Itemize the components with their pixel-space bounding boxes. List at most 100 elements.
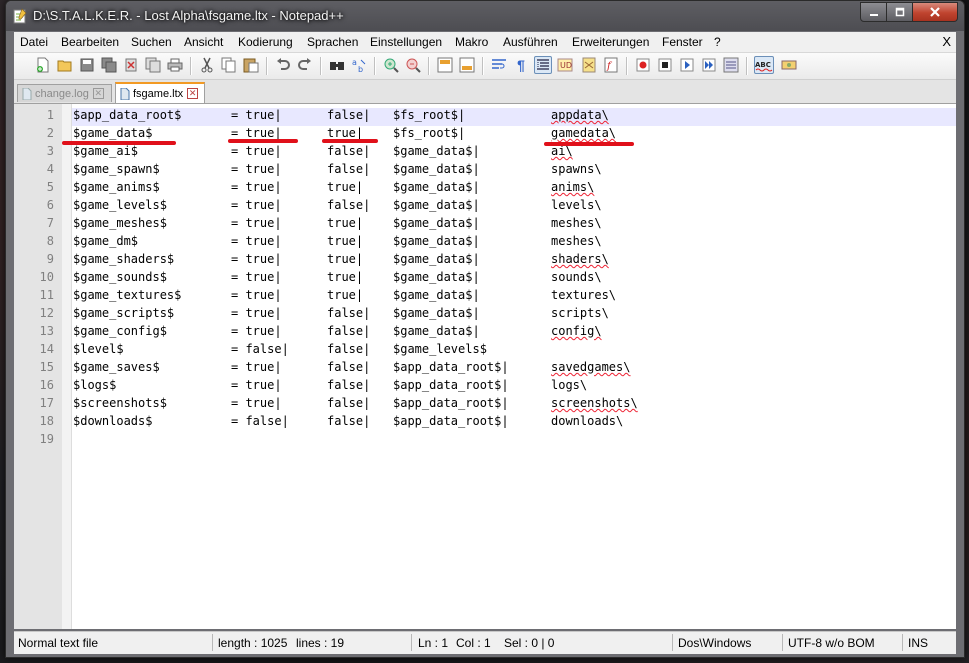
annotation-underline-true-1 bbox=[228, 139, 298, 143]
title-bar[interactable]: D:\S.T.A.L.K.E.R. - Lost Alpha\fsgame.lt… bbox=[6, 1, 964, 31]
minimize-button[interactable] bbox=[860, 2, 887, 22]
fold-margin[interactable] bbox=[62, 104, 72, 629]
menu-bearbeiten[interactable]: Bearbeiten bbox=[61, 35, 119, 49]
tab-close-icon[interactable]: ✕ bbox=[187, 88, 199, 99]
line-number: 16 bbox=[39, 378, 54, 392]
code-column-3: false| bbox=[327, 144, 371, 158]
code-line: $logs$ = true| false| $app_data_root$| logs\ bbox=[73, 378, 953, 396]
code-column-3: false| bbox=[327, 414, 371, 428]
status-eol[interactable]: Dos\Windows bbox=[678, 636, 751, 650]
sync-horizontal-icon[interactable] bbox=[458, 56, 476, 74]
replace-icon[interactable]: ab bbox=[350, 56, 368, 74]
file-icon bbox=[120, 87, 130, 100]
line-number: 5 bbox=[46, 180, 54, 194]
menu-datei[interactable]: Datei bbox=[20, 35, 48, 49]
code-column-2: = true| bbox=[231, 216, 282, 230]
svg-text:a: a bbox=[352, 58, 357, 67]
close-document-button[interactable]: X bbox=[942, 34, 951, 49]
close-icon bbox=[930, 7, 940, 17]
code-line: $game_scripts$ = true| false| $game_data$| s… bbox=[73, 306, 953, 324]
word-wrap-icon[interactable] bbox=[490, 56, 508, 74]
code-column-2: = true| bbox=[231, 306, 282, 320]
close-file-icon[interactable] bbox=[122, 56, 140, 74]
line-number: 13 bbox=[39, 324, 54, 338]
line-number: 10 bbox=[39, 270, 54, 284]
undo-icon[interactable] bbox=[274, 56, 292, 74]
open-file-icon[interactable] bbox=[56, 56, 74, 74]
tab-change-log[interactable]: change.log ✕ bbox=[17, 84, 112, 102]
code-column-1: $game_anims$ bbox=[73, 180, 160, 194]
notepadpp-icon bbox=[13, 8, 27, 24]
menu-ausfuehren[interactable]: Ausführen bbox=[503, 35, 558, 49]
code-column-3: true| bbox=[327, 234, 364, 248]
code-column-1: $game_meshes$ bbox=[73, 216, 167, 230]
text-editor[interactable]: $app_data_root$ = true| false| $fs_root$| ap… bbox=[14, 104, 956, 629]
code-column-5: ai\ bbox=[551, 144, 573, 158]
code-column-2: = true| bbox=[231, 288, 282, 302]
maximize-button[interactable] bbox=[887, 2, 913, 22]
copy-icon[interactable] bbox=[220, 56, 238, 74]
doc-map-icon[interactable] bbox=[580, 56, 598, 74]
spell-check-icon[interactable]: ABC bbox=[754, 56, 774, 74]
menu-makro[interactable]: Makro bbox=[455, 35, 488, 49]
new-file-icon[interactable] bbox=[34, 56, 52, 74]
close-all-icon[interactable] bbox=[144, 56, 162, 74]
status-col: Col : 1 bbox=[456, 636, 491, 650]
zoom-out-icon[interactable] bbox=[404, 56, 422, 74]
menu-einstellungen[interactable]: Einstellungen bbox=[370, 35, 442, 49]
menu-sprachen[interactable]: Sprachen bbox=[307, 35, 358, 49]
find-icon[interactable] bbox=[328, 56, 346, 74]
save-macro-icon[interactable] bbox=[722, 56, 740, 74]
code-column-2: = false| bbox=[231, 414, 289, 428]
stop-record-icon[interactable] bbox=[656, 56, 674, 74]
toolbar-separator bbox=[428, 57, 430, 75]
user-language-icon[interactable]: UD bbox=[556, 56, 574, 74]
paste-icon[interactable] bbox=[242, 56, 260, 74]
indent-guide-icon[interactable] bbox=[534, 56, 552, 74]
sync-vertical-icon[interactable] bbox=[436, 56, 454, 74]
tab-label: change.log bbox=[35, 87, 89, 100]
tab-close-icon[interactable]: ✕ bbox=[92, 88, 104, 99]
status-insert-mode[interactable]: INS bbox=[908, 636, 928, 650]
code-column-1: $game_config$ bbox=[73, 324, 167, 338]
menu-erweiterungen[interactable]: Erweiterungen bbox=[572, 35, 649, 49]
function-list-icon[interactable]: f bbox=[602, 56, 620, 74]
menu-fenster[interactable]: Fenster bbox=[662, 35, 703, 49]
show-all-chars-icon[interactable]: ¶ bbox=[512, 56, 530, 74]
code-line: $game_sounds$ = true| true| $game_data$| sou… bbox=[73, 270, 953, 288]
record-macro-icon[interactable] bbox=[634, 56, 652, 74]
save-icon[interactable] bbox=[78, 56, 96, 74]
tab-fsgame-ltx[interactable]: fsgame.ltx ✕ bbox=[115, 82, 205, 103]
play-macro-icon[interactable] bbox=[678, 56, 696, 74]
code-line: $game_shaders$ = true| true| $game_data$| sh… bbox=[73, 252, 953, 270]
save-all-icon[interactable] bbox=[100, 56, 118, 74]
status-separator bbox=[411, 634, 412, 651]
code-column-2: = true| bbox=[231, 270, 282, 284]
print-icon[interactable] bbox=[166, 56, 184, 74]
maximize-icon bbox=[895, 7, 904, 17]
line-number: 12 bbox=[39, 306, 54, 320]
menu-kodierung[interactable]: Kodierung bbox=[238, 35, 293, 49]
status-bar: Normal text file length : 1025 lines : 1… bbox=[14, 631, 956, 654]
code-column-4: $game_data$| bbox=[393, 306, 480, 320]
spell-check-settings-icon[interactable] bbox=[780, 56, 798, 74]
menu-ansicht[interactable]: Ansicht bbox=[184, 35, 223, 49]
cut-icon[interactable] bbox=[198, 56, 216, 74]
window-controls bbox=[860, 2, 958, 22]
status-encoding[interactable]: UTF-8 w/o BOM bbox=[788, 636, 875, 650]
code-column-4: $fs_root$| bbox=[393, 126, 466, 140]
menu-suchen[interactable]: Suchen bbox=[131, 35, 172, 49]
code-column-5: appdata\ bbox=[551, 108, 609, 122]
menu-help[interactable]: ? bbox=[714, 35, 721, 49]
line-number: 9 bbox=[46, 252, 54, 266]
code-column-3: false| bbox=[327, 108, 371, 122]
line-number: 8 bbox=[46, 234, 54, 248]
redo-icon[interactable] bbox=[296, 56, 314, 74]
code-line: $game_ai$ = true| false| $game_data$| ai\ bbox=[73, 144, 953, 162]
code-column-5: levels\ bbox=[551, 198, 602, 212]
code-column-2: = true| bbox=[231, 360, 282, 374]
zoom-in-icon[interactable] bbox=[382, 56, 400, 74]
close-window-button[interactable] bbox=[913, 2, 958, 22]
code-column-3: true| bbox=[327, 216, 364, 230]
run-macro-multiple-icon[interactable] bbox=[700, 56, 718, 74]
